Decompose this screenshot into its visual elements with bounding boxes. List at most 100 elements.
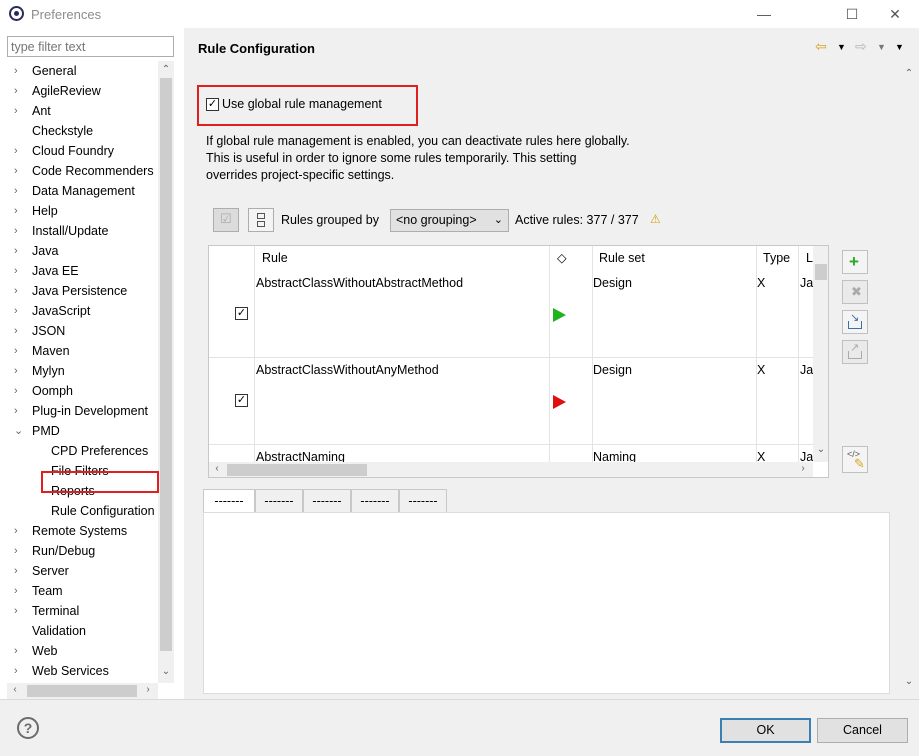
tree-item[interactable]: › Terminal bbox=[0, 601, 158, 621]
chevron-right-icon[interactable]: › bbox=[14, 541, 24, 561]
import-rules-button[interactable]: ↘ bbox=[842, 310, 868, 334]
tree-item[interactable]: › Code Recommenders bbox=[0, 161, 158, 181]
chevron-right-icon[interactable]: › bbox=[14, 601, 24, 621]
page-vertical-scrollbar[interactable]: ⌃ ⌄ bbox=[899, 66, 919, 699]
back-arrow-icon[interactable]: ⇦ bbox=[815, 38, 827, 55]
add-rule-button[interactable]: + bbox=[842, 250, 868, 274]
tree-item[interactable]: Rule Configuration bbox=[0, 501, 158, 521]
chevron-right-icon[interactable]: › bbox=[14, 521, 24, 541]
chevron-right-icon[interactable]: › bbox=[14, 661, 24, 681]
tree-item[interactable]: › Run/Debug bbox=[0, 541, 158, 561]
ok-button[interactable]: OK bbox=[720, 718, 811, 743]
column-header-language[interactable]: L bbox=[806, 250, 813, 270]
column-header-type[interactable]: Type bbox=[763, 250, 790, 270]
tree-item[interactable]: › AgileReview bbox=[0, 81, 158, 101]
export-rules-button[interactable]: ↗ bbox=[842, 340, 868, 364]
scroll-down-icon[interactable]: ⌄ bbox=[159, 666, 173, 677]
tree-item[interactable]: › JavaScript bbox=[0, 301, 158, 321]
chevron-right-icon[interactable]: › bbox=[14, 401, 24, 421]
tree-item[interactable]: › Server bbox=[0, 561, 158, 581]
scroll-left-icon[interactable]: ‹ bbox=[8, 684, 22, 695]
page-scroll-up-icon[interactable]: ⌃ bbox=[902, 68, 916, 79]
tree-item[interactable]: CPD Preferences bbox=[0, 441, 158, 461]
table-horizontal-scrollbar[interactable]: ‹ › bbox=[209, 462, 813, 477]
tree-item[interactable]: ⌄ PMD bbox=[0, 421, 158, 441]
rule-row-checkbox[interactable]: ✓ bbox=[235, 307, 248, 320]
tree-item[interactable]: Validation bbox=[0, 621, 158, 641]
tab-4[interactable]: ------- bbox=[351, 489, 399, 513]
chevron-right-icon[interactable]: › bbox=[14, 81, 24, 101]
group-toggle-button[interactable] bbox=[248, 208, 274, 232]
tree-item[interactable]: › Java bbox=[0, 241, 158, 261]
chevron-right-icon[interactable]: › bbox=[14, 101, 24, 121]
chevron-right-icon[interactable]: › bbox=[14, 241, 24, 261]
help-icon[interactable]: ? bbox=[17, 717, 39, 739]
close-button[interactable]: ✕ bbox=[885, 4, 905, 24]
chevron-right-icon[interactable]: › bbox=[14, 561, 24, 581]
rule-row-checkbox[interactable]: ✓ bbox=[235, 394, 248, 407]
tree-item[interactable]: › Maven bbox=[0, 341, 158, 361]
chevron-right-icon[interactable]: › bbox=[14, 301, 24, 321]
tree-item[interactable]: › Oomph bbox=[0, 381, 158, 401]
chevron-right-icon[interactable]: › bbox=[14, 381, 24, 401]
tree-item[interactable]: Checkstyle bbox=[0, 121, 158, 141]
tree-item[interactable]: › Web Services bbox=[0, 661, 158, 681]
minimize-button[interactable]: — bbox=[754, 4, 774, 24]
chevron-right-icon[interactable]: › bbox=[14, 201, 24, 221]
view-menu-icon[interactable]: ▼ bbox=[895, 42, 904, 52]
table-scroll-right-icon[interactable]: › bbox=[796, 463, 810, 474]
page-scroll-down-icon[interactable]: ⌄ bbox=[902, 676, 916, 687]
tab-1[interactable]: ------- bbox=[203, 489, 255, 514]
forward-arrow-icon[interactable]: ⇨ bbox=[855, 38, 867, 55]
tree-item[interactable]: › JSON bbox=[0, 321, 158, 341]
tree-item[interactable]: › Java Persistence bbox=[0, 281, 158, 301]
chevron-right-icon[interactable]: › bbox=[14, 581, 24, 601]
tree-item[interactable]: › Help bbox=[0, 201, 158, 221]
chevron-right-icon[interactable]: › bbox=[14, 361, 24, 381]
chevron-right-icon[interactable]: › bbox=[14, 141, 24, 161]
chevron-right-icon[interactable]: › bbox=[14, 181, 24, 201]
chevron-right-icon[interactable]: › bbox=[14, 221, 24, 241]
edit-rule-button[interactable]: </> ✎ bbox=[842, 446, 868, 473]
chevron-right-icon[interactable]: › bbox=[14, 341, 24, 361]
tree-horizontal-scroll-thumb[interactable] bbox=[27, 685, 137, 697]
scroll-up-icon[interactable]: ⌃ bbox=[159, 64, 173, 75]
tree-item[interactable]: › Cloud Foundry bbox=[0, 141, 158, 161]
filter-input[interactable] bbox=[7, 36, 174, 57]
column-header-rule[interactable]: Rule bbox=[262, 250, 288, 270]
cancel-button[interactable]: Cancel bbox=[817, 718, 908, 743]
scroll-right-icon[interactable]: › bbox=[141, 684, 155, 695]
chevron-down-icon[interactable]: ⌄ bbox=[14, 421, 24, 441]
tree-vertical-scroll-thumb[interactable] bbox=[160, 78, 172, 651]
tree-item[interactable]: › Web bbox=[0, 641, 158, 661]
forward-menu-icon[interactable]: ▼ bbox=[877, 42, 886, 52]
table-vertical-scrollbar[interactable]: ⌄ bbox=[813, 246, 828, 462]
tab-5[interactable]: ------- bbox=[399, 489, 447, 513]
tree-item[interactable]: › Ant bbox=[0, 101, 158, 121]
grouping-select[interactable]: <no grouping> ⌄ bbox=[390, 209, 509, 232]
table-horizontal-scroll-thumb[interactable] bbox=[227, 464, 367, 476]
tree-item[interactable]: › Java EE bbox=[0, 261, 158, 281]
back-menu-icon[interactable]: ▼ bbox=[837, 42, 846, 52]
check-all-button[interactable]: ☑ bbox=[213, 208, 239, 232]
tree-item[interactable]: › Team bbox=[0, 581, 158, 601]
tree-item[interactable]: › Mylyn bbox=[0, 361, 158, 381]
tree-item[interactable]: › General bbox=[0, 61, 158, 81]
chevron-right-icon[interactable]: › bbox=[14, 61, 24, 81]
chevron-right-icon[interactable]: › bbox=[14, 281, 24, 301]
remove-rule-button[interactable]: ✖ bbox=[842, 280, 868, 304]
table-scroll-left-icon[interactable]: ‹ bbox=[210, 463, 224, 474]
column-header-priority-icon[interactable]: ◇ bbox=[557, 250, 567, 270]
tab-3[interactable]: ------- bbox=[303, 489, 351, 513]
chevron-right-icon[interactable]: › bbox=[14, 261, 24, 281]
chevron-right-icon[interactable]: › bbox=[14, 321, 24, 341]
global-rule-checkbox[interactable]: ✓ bbox=[206, 98, 219, 111]
tab-2[interactable]: ------- bbox=[255, 489, 303, 513]
chevron-right-icon[interactable]: › bbox=[14, 161, 24, 181]
chevron-right-icon[interactable]: › bbox=[14, 641, 24, 661]
tree-item[interactable]: › Plug-in Development bbox=[0, 401, 158, 421]
table-scroll-down-icon[interactable]: ⌄ bbox=[814, 444, 828, 455]
tree-item[interactable]: › Install/Update bbox=[0, 221, 158, 241]
tree-item[interactable]: › Data Management bbox=[0, 181, 158, 201]
maximize-button[interactable]: ☐ bbox=[842, 4, 862, 24]
